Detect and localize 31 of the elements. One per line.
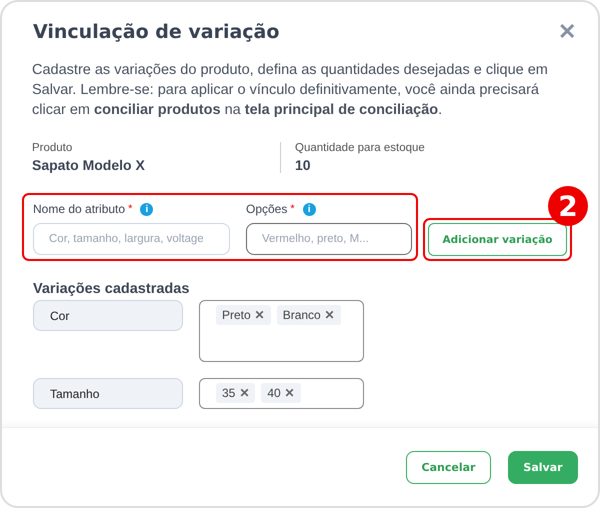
options-field[interactable]: Preto ✕ Branco ✕ (199, 300, 364, 362)
input-field[interactable]: Vermelho, preto, M... (246, 223, 412, 255)
chip-label: 35 (222, 386, 236, 400)
info-icon[interactable]: i (140, 202, 154, 216)
attribute-field[interactable]: Cor (33, 300, 183, 331)
required-mark: * (290, 203, 295, 215)
info-icon[interactable]: i (302, 202, 316, 216)
step-badge: 2 (548, 186, 588, 226)
chip-label: Preto (222, 308, 251, 322)
close-button[interactable]: ✕ (558, 19, 576, 45)
summary-label: Quantidade para estoque (295, 142, 426, 154)
chip-label: 40 (267, 386, 281, 400)
field-label: Nome do atributo (33, 202, 126, 216)
options-field[interactable]: 35 ✕ 40 ✕ (199, 378, 364, 409)
required-mark: * (128, 203, 132, 215)
remove-icon[interactable]: ✕ (254, 308, 265, 322)
section-title: Variações cadastradas (33, 281, 190, 297)
field-label: Opções (246, 202, 288, 216)
summary-value: Sapato Modelo X (32, 157, 146, 173)
chip-label: Branco (282, 308, 321, 322)
attribute-field[interactable]: Tamanho (33, 378, 183, 409)
description-text: Cadastre as variações do produto, defina as quantidades desejadas e clique em Salvar. Lembre-se: para aplicar o vínculo definitivamente, você ainda precisará clicar em conciliar produtos na tela principal de conciliação. (32, 61, 549, 120)
remove-icon[interactable]: ✕ (324, 308, 335, 322)
remove-icon[interactable]: ✕ (239, 386, 250, 400)
add-variation-button[interactable]: Adicionar variação (428, 223, 567, 256)
remove-icon[interactable]: ✕ (284, 386, 295, 400)
dialog-title: Vinculação de variação (33, 21, 280, 43)
footer-button[interactable]: Cancelar (406, 450, 491, 484)
summary-value: 10 (295, 157, 312, 173)
footer-button[interactable]: Salvar (508, 450, 578, 484)
summary-label: Produto (32, 142, 74, 154)
